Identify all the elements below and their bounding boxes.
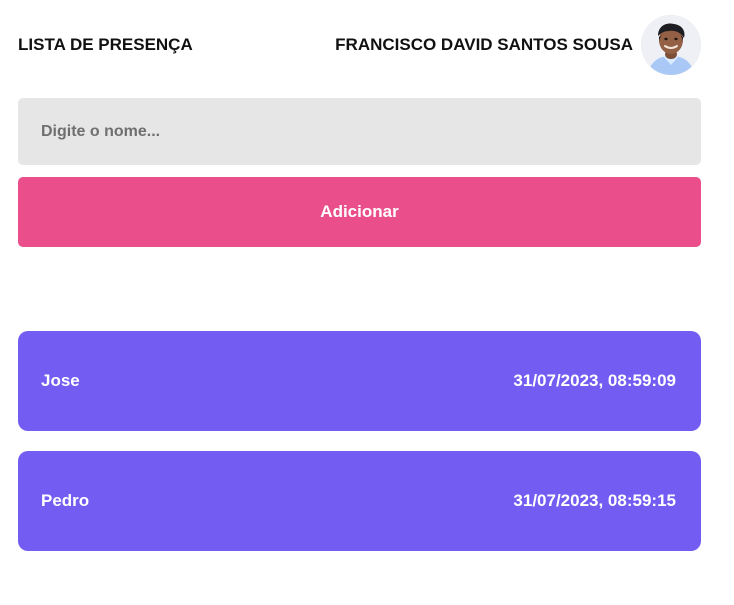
user-name: FRANCISCO DAVID SANTOS SOUSA: [335, 35, 633, 54]
avatar: [641, 15, 701, 75]
student-name: Jose: [41, 371, 80, 390]
user-photo-icon: [641, 15, 701, 75]
page-header: LISTA DE PRESENÇA FRANCISCO DAVID SANTOS…: [18, 14, 701, 76]
page-title: LISTA DE PRESENÇA: [18, 35, 193, 54]
attendance-list: Jose 31/07/2023, 08:59:09 Pedro 31/07/20…: [18, 331, 701, 571]
list-item: Pedro 31/07/2023, 08:59:15: [18, 451, 701, 551]
check-in-time: 31/07/2023, 08:59:09: [513, 371, 676, 390]
attendance-page: LISTA DE PRESENÇA FRANCISCO DAVID SANTOS…: [0, 0, 734, 605]
add-button[interactable]: Adicionar: [18, 177, 701, 247]
check-in-time: 31/07/2023, 08:59:15: [513, 491, 676, 510]
user-profile: FRANCISCO DAVID SANTOS SOUSA: [335, 15, 701, 75]
name-input[interactable]: [18, 98, 701, 165]
student-name: Pedro: [41, 491, 90, 510]
list-item: Jose 31/07/2023, 08:59:09: [18, 331, 701, 431]
